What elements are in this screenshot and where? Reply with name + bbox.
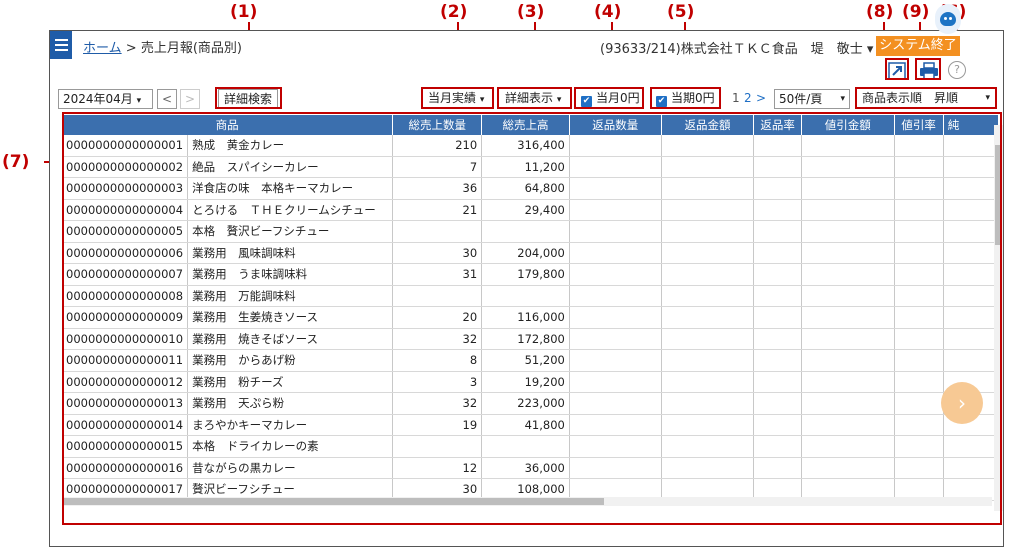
help-icon-glyph: ? (948, 61, 966, 79)
hamburger-menu-icon[interactable] (50, 31, 72, 59)
top-bar: ホーム > 売上月報(商品別) (93633/214)株式会社ＴＫＣ食品 堤 敬… (50, 31, 1003, 60)
per-page-select[interactable]: 50件/頁 ▾ (774, 89, 850, 109)
annotation-label-7: (7) (2, 152, 30, 172)
breadcrumb-separator: > (125, 41, 137, 56)
highlight-box-1 (215, 87, 282, 109)
annotation-label-8: (8) (866, 2, 894, 22)
highlight-box-6 (855, 87, 997, 109)
breadcrumb: ホーム > 売上月報(商品別) (83, 37, 242, 56)
per-page-dropdown-arrow: ▾ (840, 94, 845, 104)
month-value: 2024年04月 (63, 92, 133, 106)
breadcrumb-home-link[interactable]: ホーム (83, 41, 122, 56)
highlight-box-8 (885, 58, 909, 80)
prev-month-button[interactable]: < (157, 89, 177, 109)
assistant-avatar-icon[interactable] (935, 4, 961, 34)
highlight-box-3 (497, 87, 572, 109)
highlight-box-4 (574, 87, 644, 109)
highlight-box-7 (62, 112, 1002, 525)
annotation-label-3: (3) (517, 2, 545, 22)
annotation-label-4: (4) (594, 2, 622, 22)
help-icon[interactable]: ? (948, 61, 968, 81)
highlight-box-2 (421, 87, 494, 109)
user-company-menu[interactable]: (93633/214)株式会社ＴＫＣ食品 堤 敬士 ▾ (600, 38, 873, 57)
assistant-face (940, 12, 956, 26)
page-1: 1 (732, 91, 740, 105)
next-page-link[interactable]: > (756, 91, 766, 105)
annotation-label-5: (5) (667, 2, 695, 22)
system-end-button[interactable]: システム終了 (876, 36, 960, 56)
annotation-label-9: (9) (902, 2, 930, 22)
per-page-value: 50件/頁 (779, 92, 823, 106)
month-dropdown-arrow: ▾ (136, 96, 142, 106)
page-2-link[interactable]: 2 (744, 91, 752, 105)
highlight-box-9 (915, 58, 941, 80)
next-month-button[interactable]: > (180, 89, 200, 109)
month-select[interactable]: 2024年04月 ▾ (58, 89, 153, 109)
annotation-label-2: (2) (440, 2, 468, 22)
page-title: 売上月報(商品別) (140, 41, 242, 56)
highlight-box-5 (650, 87, 721, 109)
annotation-label-1: (1) (230, 2, 258, 22)
